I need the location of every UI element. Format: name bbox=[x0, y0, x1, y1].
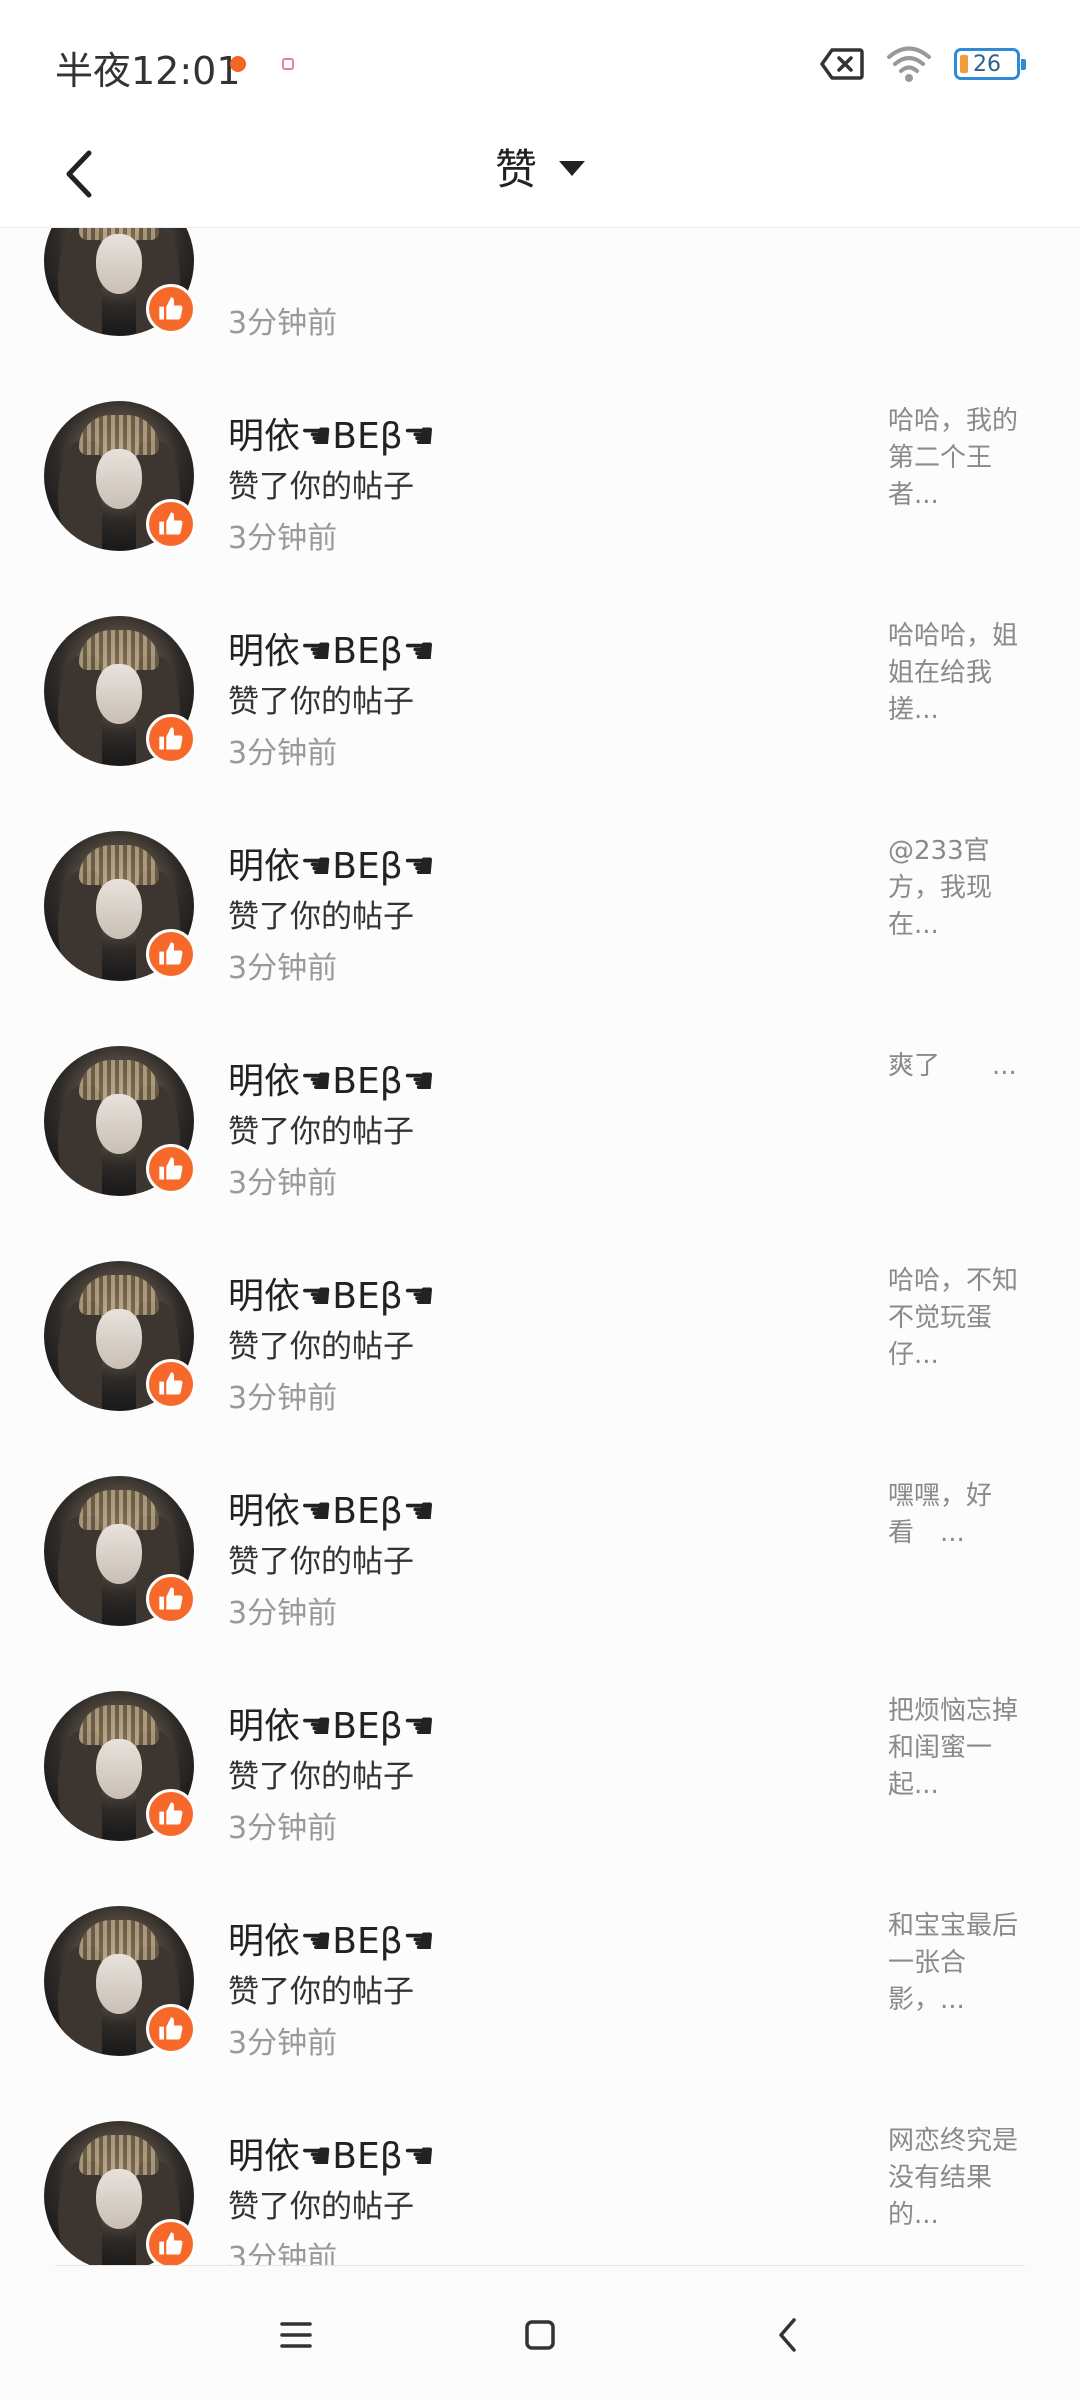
like-badge bbox=[146, 1789, 196, 1839]
page-title: 赞 bbox=[494, 145, 537, 194]
list-item-4[interactable]: 明依☚BEβ☚ 赞了你的帖子 3分钟前 爽了 ... bbox=[0, 996, 1080, 1211]
list-item-2[interactable]: 明依☚BEβ☚ 赞了你的帖子 3分钟前 哈哈哈，姐姐在给我搓... bbox=[0, 566, 1080, 781]
item-username[interactable]: 明依☚BEβ☚ bbox=[228, 407, 435, 459]
item-post-preview[interactable]: 嘿嘿，好看 ... bbox=[888, 1478, 1038, 1552]
back-nav-button[interactable] bbox=[748, 2295, 828, 2375]
menu-icon bbox=[280, 2322, 312, 2348]
item-time: 3分钟前 bbox=[228, 1811, 338, 1846]
like-badge bbox=[146, 1144, 196, 1194]
item-action: 赞了你的帖子 bbox=[228, 899, 414, 935]
thumbs-up-icon bbox=[159, 1372, 183, 1395]
item-time: 3分钟前 bbox=[228, 306, 338, 341]
caret-down-icon bbox=[559, 161, 585, 176]
like-badge bbox=[146, 2219, 196, 2265]
item-username[interactable]: 明依☚BEβ☚ bbox=[228, 1697, 435, 1749]
menu-button[interactable] bbox=[256, 2295, 336, 2375]
like-badge bbox=[146, 714, 196, 764]
item-username[interactable]: 明依☚BEβ☚ bbox=[228, 2127, 435, 2179]
thumbs-up-icon bbox=[159, 2017, 183, 2040]
item-time: 3分钟前 bbox=[228, 1166, 338, 1201]
list-item-9[interactable]: 明依☚BEβ☚ 赞了你的帖子 3分钟前 网恋终究是没有结果的... bbox=[0, 2071, 1080, 2265]
list-item-6[interactable]: 明依☚BEβ☚ 赞了你的帖子 3分钟前 嘿嘿，好看 ... bbox=[0, 1426, 1080, 1641]
item-username[interactable]: 明依☚BEβ☚ bbox=[228, 1052, 435, 1104]
thumbs-up-icon bbox=[159, 727, 183, 750]
item-action: 赞了你的帖子 bbox=[228, 1114, 414, 1150]
status-bar: 半夜12:01 26 bbox=[0, 0, 1080, 120]
item-time: 3分钟前 bbox=[228, 1596, 338, 1631]
thumbs-up-icon bbox=[159, 1802, 183, 1825]
item-post-preview[interactable]: 爽了 ... bbox=[888, 1048, 1038, 1085]
like-badge bbox=[146, 1574, 196, 1624]
like-badge bbox=[146, 2004, 196, 2054]
battery-icon: 26 bbox=[954, 48, 1026, 80]
item-action: 赞了你的帖子 bbox=[228, 684, 414, 720]
wifi-icon bbox=[887, 46, 931, 82]
item-username[interactable]: 明依☚BEβ☚ bbox=[228, 837, 435, 889]
item-action: 赞了你的帖子 bbox=[228, 1544, 414, 1580]
item-action: 赞了你的帖子 bbox=[228, 1329, 414, 1365]
back-triangle-icon bbox=[779, 2318, 796, 2352]
item-action: 赞了你的帖子 bbox=[228, 1974, 414, 2010]
item-action: 赞了你的帖子 bbox=[228, 2189, 414, 2225]
list-item-8[interactable]: 明依☚BEβ☚ 赞了你的帖子 3分钟前 和宝宝最后一张合影，... bbox=[0, 1856, 1080, 2071]
thumbs-up-icon bbox=[159, 942, 183, 965]
item-time: 3分钟前 bbox=[228, 521, 338, 556]
like-badge bbox=[146, 1359, 196, 1409]
list-item-3[interactable]: 明依☚BEβ☚ 赞了你的帖子 3分钟前 @233官方，我现在... bbox=[0, 781, 1080, 996]
list-item-partial[interactable]: 3分钟前 bbox=[0, 228, 1080, 351]
thumbs-up-icon bbox=[159, 2232, 183, 2255]
item-time: 3分钟前 bbox=[228, 1381, 338, 1416]
list-item-1[interactable]: 明依☚BEβ☚ 赞了你的帖子 3分钟前 哈哈，我的第二个王者... bbox=[0, 351, 1080, 566]
item-username[interactable]: 明依☚BEβ☚ bbox=[228, 622, 435, 674]
list-item-5[interactable]: 明依☚BEβ☚ 赞了你的帖子 3分钟前 哈哈，不知不觉玩蛋仔... bbox=[0, 1211, 1080, 1426]
item-action: 赞了你的帖子 bbox=[228, 1759, 414, 1795]
thumbs-up-icon bbox=[159, 1587, 183, 1610]
home-button[interactable] bbox=[500, 2295, 580, 2375]
battery-fill bbox=[960, 55, 968, 73]
item-post-preview[interactable]: 哈哈，不知不觉玩蛋仔... bbox=[888, 1263, 1038, 1374]
item-post-preview[interactable]: 哈哈，我的第二个王者... bbox=[888, 403, 1038, 514]
like-badge bbox=[146, 284, 196, 334]
item-time: 3分钟前 bbox=[228, 736, 338, 771]
like-badge bbox=[146, 929, 196, 979]
item-time: 3分钟前 bbox=[228, 951, 338, 986]
notification-small-icon bbox=[282, 58, 294, 70]
likes-list[interactable]: 3分钟前 明依☚BEβ☚ 赞了你的帖子 3分钟前 哈哈，我的第二个王者... 明… bbox=[0, 228, 1080, 2265]
title-dropdown[interactable]: 赞 bbox=[0, 136, 1080, 197]
notification-dot-icon bbox=[230, 56, 246, 72]
no-sim-icon bbox=[820, 48, 864, 80]
item-time: 3分钟前 bbox=[228, 2241, 338, 2265]
thumbs-up-icon bbox=[159, 1157, 183, 1180]
thumbs-up-icon bbox=[159, 512, 183, 535]
home-square-icon bbox=[525, 2320, 555, 2350]
nav-divider bbox=[55, 2265, 1025, 2266]
status-time: 半夜12:01 bbox=[55, 49, 241, 93]
status-icons: 26 bbox=[820, 42, 1026, 86]
item-post-preview[interactable]: 网恋终究是没有结果的... bbox=[888, 2123, 1038, 2234]
item-time: 3分钟前 bbox=[228, 2026, 338, 2061]
thumbs-up-icon bbox=[159, 297, 183, 320]
item-post-preview[interactable]: 哈哈哈，姐姐在给我搓... bbox=[888, 618, 1038, 729]
item-post-preview[interactable]: @233官方，我现在... bbox=[888, 833, 1038, 944]
list-item-7[interactable]: 明依☚BEβ☚ 赞了你的帖子 3分钟前 把烦恼忘掉和闺蜜一起... bbox=[0, 1641, 1080, 1856]
item-username[interactable]: 明依☚BEβ☚ bbox=[228, 1267, 435, 1319]
item-post-preview[interactable]: 把烦恼忘掉和闺蜜一起... bbox=[888, 1693, 1038, 1804]
item-username[interactable]: 明依☚BEβ☚ bbox=[228, 1912, 435, 1964]
like-badge bbox=[146, 499, 196, 549]
battery-level: 26 bbox=[973, 51, 1001, 77]
item-action: 赞了你的帖子 bbox=[228, 469, 414, 505]
system-nav-bar bbox=[0, 2265, 1080, 2400]
item-username[interactable]: 明依☚BEβ☚ bbox=[228, 1482, 435, 1534]
header: 赞 bbox=[0, 120, 1080, 228]
item-post-preview[interactable]: 和宝宝最后一张合影，... bbox=[888, 1908, 1038, 2019]
